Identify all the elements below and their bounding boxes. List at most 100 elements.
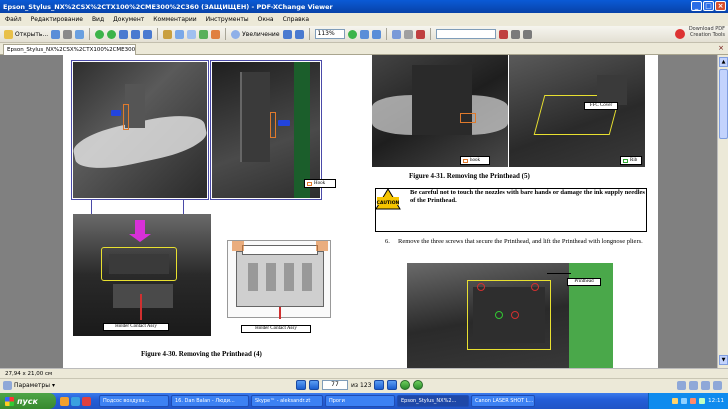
windows-taskbar: пуск Подсос воздуха... 16. Dan Balan - Л… (0, 393, 728, 409)
zoom-out-icon[interactable] (282, 29, 292, 39)
email-icon[interactable] (75, 29, 85, 39)
label-holder-contact-left: Holder Contact Assy (103, 323, 169, 331)
figure-caption-4-30: Figure 4-30. Removing the Printhead (4) (141, 350, 262, 358)
label-holder-contact-right: Holder Contact Assy (241, 325, 311, 333)
print-icon[interactable] (63, 29, 73, 39)
folder-icon (4, 29, 13, 39)
menu-help[interactable]: Справка (283, 16, 309, 23)
caution-word: CAUTION (376, 201, 400, 206)
next-page-icon[interactable] (143, 29, 153, 39)
tray-icon-2[interactable] (681, 398, 688, 404)
tab-close-icon[interactable]: × (718, 44, 724, 52)
hand-tool-icon[interactable] (163, 29, 173, 39)
taskbar-item-6[interactable]: Canon LASER SHOT L... (471, 395, 535, 407)
page-size-readout: 27,94 x 21,00 см (5, 371, 53, 377)
menu-document[interactable]: Документ (113, 16, 144, 23)
maximize-button[interactable]: □ (703, 1, 714, 11)
select-text-icon[interactable] (175, 29, 185, 39)
main-toolbar: Открыть... Увеличение 113% (0, 26, 728, 43)
tray-icon-1[interactable] (672, 398, 679, 404)
step-number: 6. (385, 238, 390, 245)
menu-tools[interactable]: Инструменты (206, 16, 249, 23)
options-icon[interactable] (522, 29, 532, 39)
minimize-button[interactable]: _ (691, 1, 702, 11)
taskbar-item-5[interactable]: Epson_Stylus_NX%2... (397, 395, 469, 407)
prev-page-icon[interactable] (131, 29, 141, 39)
stamp-icon[interactable] (211, 29, 221, 39)
magnifier-icon (231, 29, 241, 39)
menu-file[interactable]: Файл (5, 16, 22, 23)
next-page-button[interactable] (374, 380, 385, 390)
label-hook-top: Hook (304, 179, 336, 188)
facing-icon[interactable] (701, 381, 710, 390)
first-page-icon[interactable] (119, 29, 129, 39)
document-tab-bar: Epson_Stylus_NX%2CSX%2CTX100%2CME300... (0, 43, 728, 55)
page-number-input[interactable]: 77 (322, 380, 348, 390)
status-bar: 27,94 x 21,00 см (0, 368, 728, 378)
search-input[interactable] (435, 29, 496, 39)
menu-windows[interactable]: Окна (258, 16, 274, 23)
params-icon (3, 381, 12, 390)
scroll-thumb[interactable] (719, 69, 728, 139)
last-page-button[interactable] (387, 380, 398, 390)
taskbar-item-2[interactable]: 16. Dan Balan - Люди... (171, 395, 249, 407)
vertical-scrollbar[interactable]: ▲ ▼ (717, 55, 728, 368)
pdf-creation-branding[interactable]: Download PDF Creation Tools (675, 26, 725, 42)
printer-photo-hook (372, 55, 508, 167)
zoom-tool-button[interactable]: Увеличение (231, 29, 280, 39)
label-ffc-cover: FFC Cover (584, 102, 618, 110)
taskbar-item-3[interactable]: Skype™ - aleksandr.zt (251, 395, 323, 407)
menu-edit[interactable]: Редактирование (31, 16, 83, 23)
fit-page-icon[interactable] (359, 29, 369, 39)
tray-icon-3[interactable] (690, 398, 697, 404)
zoom-dropdown-icon[interactable] (347, 29, 357, 39)
open-button[interactable]: Открыть... (4, 29, 48, 39)
start-button[interactable]: пуск (0, 393, 56, 409)
quicklaunch-icon-1[interactable] (60, 396, 69, 406)
caution-text: Be careful not to touch the nozzles with… (410, 189, 645, 204)
snapshot-icon[interactable] (187, 29, 197, 39)
prev-page-button[interactable] (309, 380, 319, 390)
step-text: Remove the three screws that secure the … (398, 238, 643, 245)
first-page-button[interactable] (296, 380, 306, 390)
view-icon[interactable] (403, 29, 413, 39)
find-icon[interactable] (391, 29, 401, 39)
label-printhead: Printhead (567, 278, 601, 286)
quicklaunch-icon-2[interactable] (71, 396, 80, 406)
marker-box (270, 112, 276, 138)
menu-view[interactable]: Вид (92, 16, 104, 23)
save-icon[interactable] (51, 29, 61, 39)
tray-icon-4[interactable] (699, 398, 706, 404)
pdfxchange-logo-icon (675, 29, 685, 39)
menu-bar: Файл Редактирование Вид Документ Коммент… (0, 13, 728, 26)
forward-view-button[interactable] (413, 380, 424, 390)
system-tray: 12:11 (648, 393, 728, 409)
continuous-icon[interactable] (689, 381, 698, 390)
forward-icon[interactable] (107, 29, 117, 39)
search-icon[interactable] (498, 29, 508, 39)
marker-box (460, 113, 476, 123)
back-view-button[interactable] (400, 380, 411, 390)
quicklaunch-icon-3[interactable] (82, 396, 91, 406)
chevron-down-icon: ▾ (51, 382, 55, 389)
back-icon[interactable] (95, 29, 105, 39)
rotate-icon[interactable] (199, 29, 209, 39)
fit-width-icon[interactable] (371, 29, 381, 39)
taskbar-item-4[interactable]: Проги (325, 395, 395, 407)
printer-photo-ffc-cover (509, 55, 645, 167)
comment-icon[interactable] (415, 29, 425, 39)
close-button[interactable]: × (715, 1, 726, 11)
scroll-up-icon[interactable]: ▲ (719, 57, 728, 67)
params-button[interactable]: Параметры ▾ (3, 381, 55, 390)
caution-warning-icon (375, 188, 401, 210)
zoom-level-input[interactable]: 113% (314, 29, 345, 39)
menu-comments[interactable]: Комментарии (153, 16, 196, 23)
scroll-down-icon[interactable]: ▼ (719, 355, 728, 365)
printer-photo-detail-1 (73, 62, 207, 198)
document-tab[interactable]: Epson_Stylus_NX%2CSX%2CTX100%2CME300... (3, 44, 136, 55)
settings-icon[interactable] (510, 29, 520, 39)
taskbar-item-1[interactable]: Подсос воздуха... (99, 395, 169, 407)
single-page-icon[interactable] (677, 381, 686, 390)
zoom-in-icon[interactable] (294, 29, 304, 39)
facing-continuous-icon[interactable] (713, 381, 722, 390)
